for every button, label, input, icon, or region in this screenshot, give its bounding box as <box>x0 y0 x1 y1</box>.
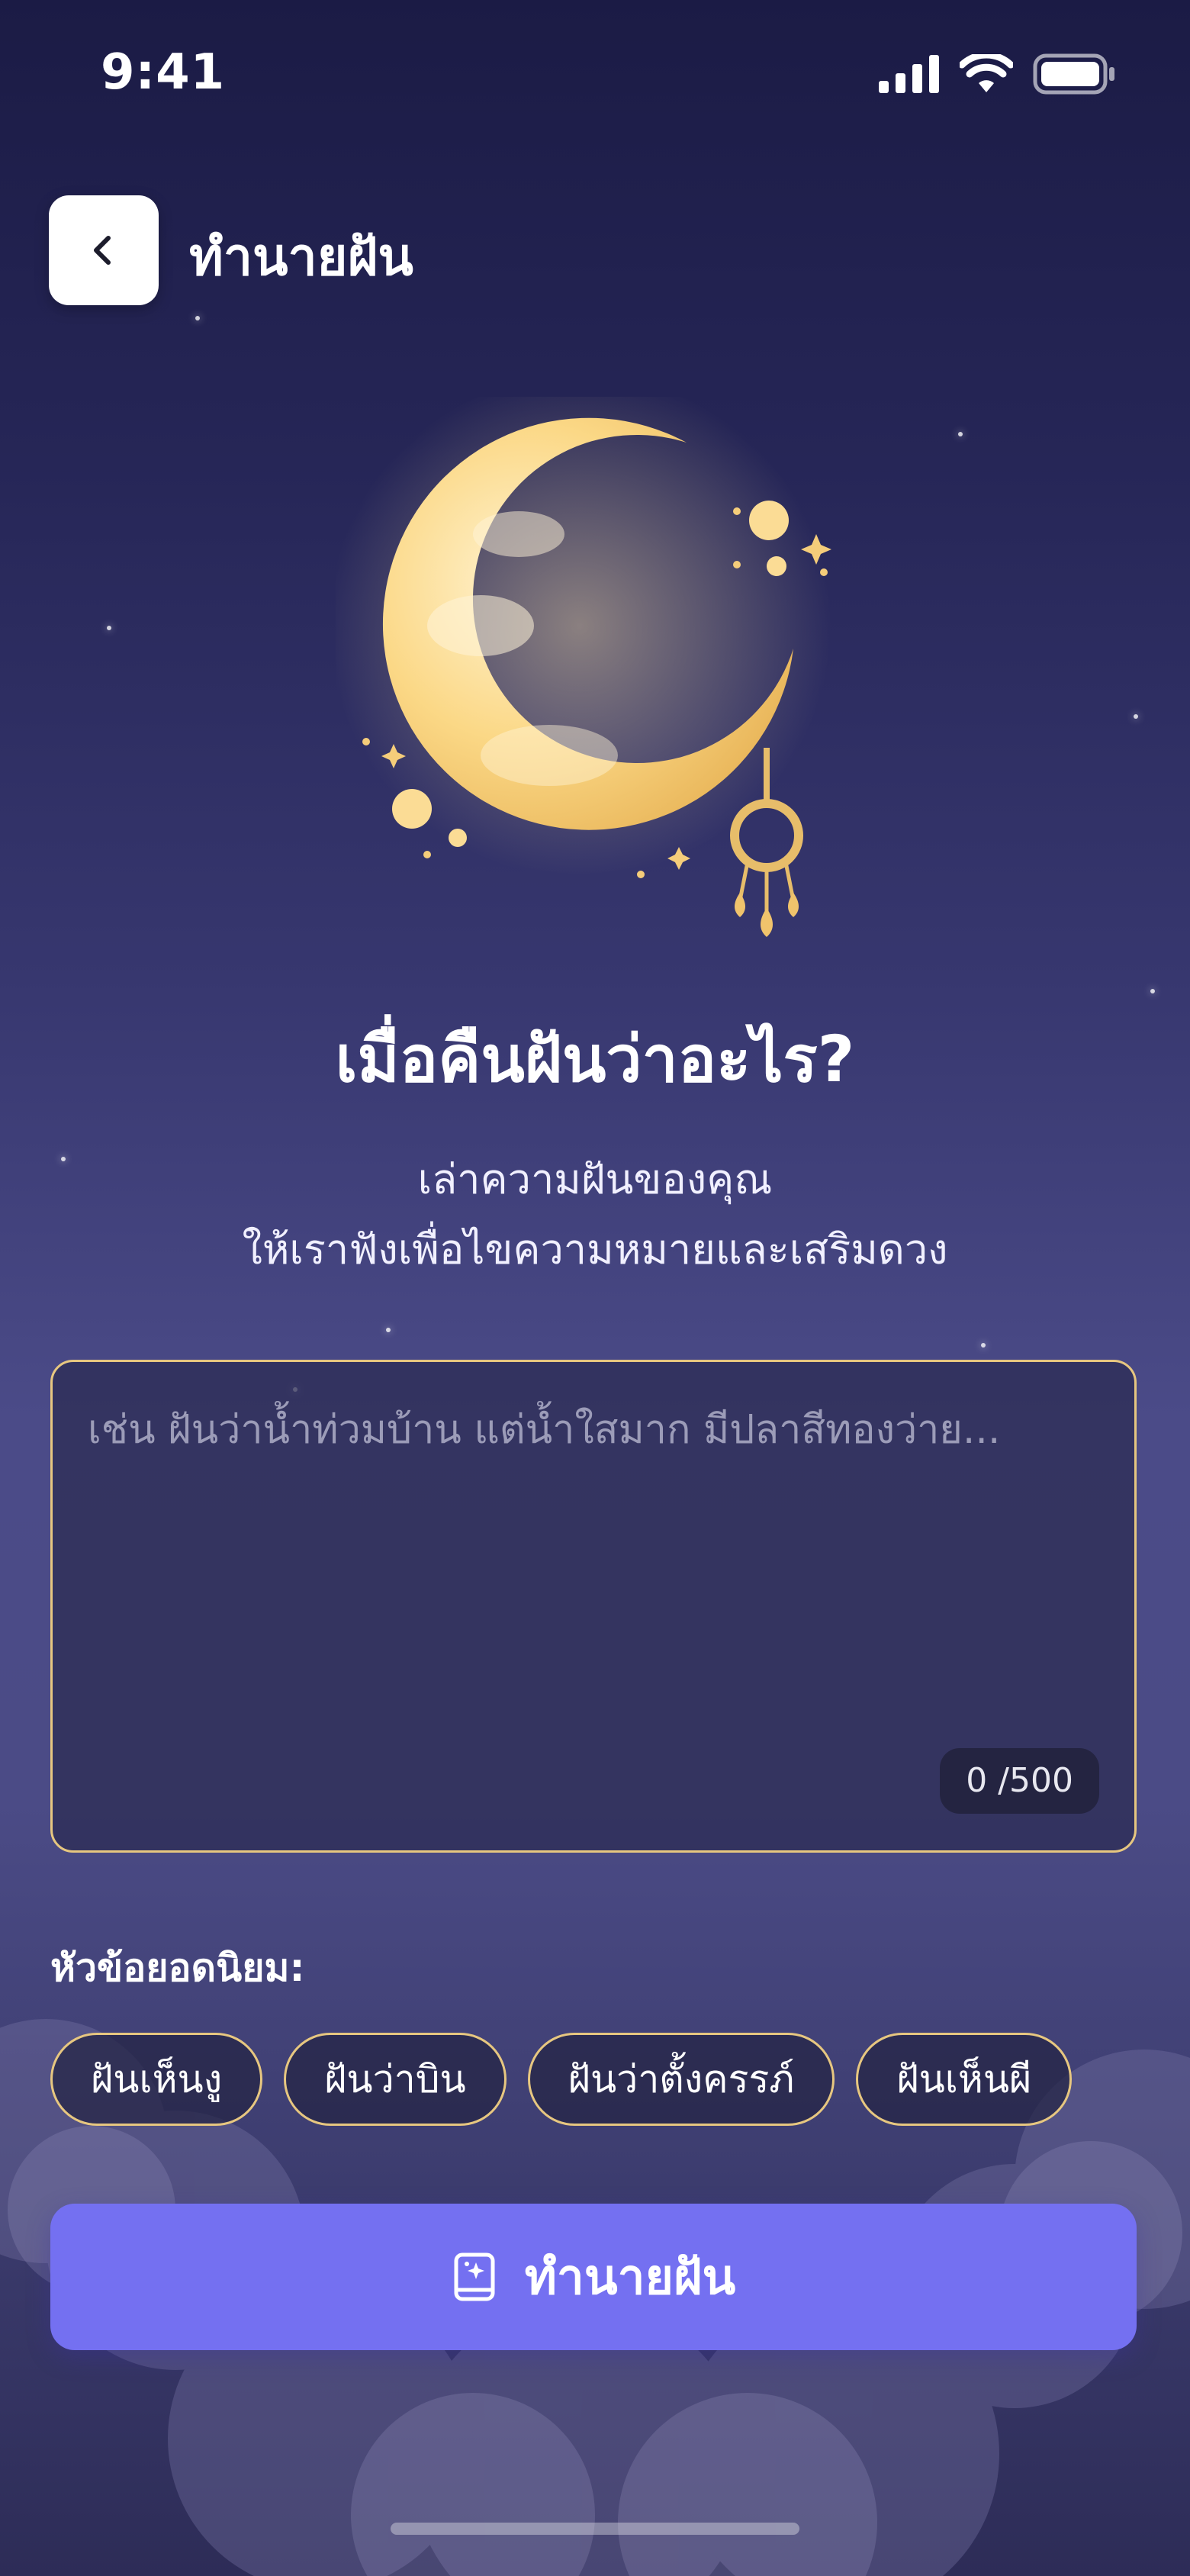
popular-topics: ฝันเห็นงู ฝันว่าบิน ฝันว่าตั้งครรภ์ ฝันเ… <box>50 2033 1073 2126</box>
subtitle: เล่าความฝันของคุณ ให้เราฟังเพื่อไขความหม… <box>0 1145 1190 1285</box>
sparkle-book-icon <box>454 2252 495 2301</box>
page-title: ทำนายฝัน <box>189 227 413 288</box>
home-indicator <box>391 2523 799 2535</box>
popular-topics-label: หัวข้อยอดนิยม: <box>50 1946 305 1990</box>
battery-icon <box>1033 53 1114 95</box>
chevron-left-icon <box>94 236 111 265</box>
background-stars <box>0 0 1190 2576</box>
status-icons <box>879 53 1117 95</box>
crescent-moon-illustration <box>336 397 831 937</box>
subtitle-line-2: ให้เราฟังเพื่อไขความหมายและเสริมดวง <box>242 1225 948 1274</box>
topic-chip-flying[interactable]: ฝันว่าบิน <box>284 2033 507 2126</box>
character-counter: 0 /500 <box>940 1748 1099 1814</box>
topic-chip-pregnant[interactable]: ฝันว่าตั้งครรภ์ <box>527 2033 835 2126</box>
dream-input-container: 0 /500 <box>50 1360 1137 1853</box>
status-time: 9:41 <box>101 44 226 101</box>
subtitle-line-1: เล่าความฝันของคุณ <box>417 1155 773 1203</box>
cellular-signal-icon <box>879 55 939 93</box>
back-button[interactable] <box>49 195 159 305</box>
status-bar: 9:41 <box>0 0 1190 153</box>
topic-chip-ghost[interactable]: ฝันเห็นผี <box>856 2033 1073 2126</box>
topic-chip-snake[interactable]: ฝันเห็นงู <box>50 2033 263 2126</box>
headline: เมื่อคืนฝันว่าอะไร? <box>335 1022 855 1096</box>
dream-input[interactable] <box>86 1396 1104 1719</box>
predict-dream-label: ทำนายฝัน <box>524 2249 736 2306</box>
predict-dream-button[interactable]: ทำนายฝัน <box>50 2204 1137 2350</box>
wifi-icon <box>960 54 1013 92</box>
